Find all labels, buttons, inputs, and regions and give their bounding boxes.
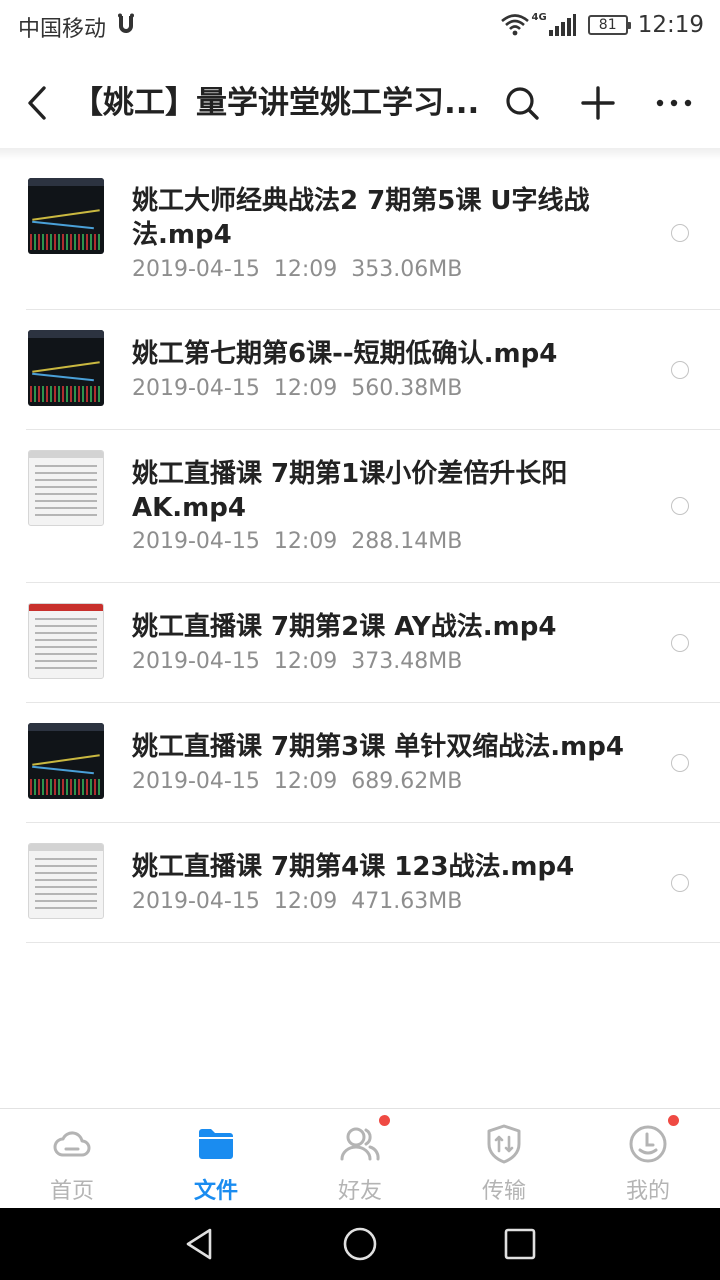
file-size: 560.38MB — [351, 376, 463, 401]
file-row[interactable]: 姚工直播课 7期第2课 AY战法.mp4 2019-04-15 12:09 37… — [0, 583, 720, 703]
file-name: 姚工直播课 7期第2课 AY战法.mp4 — [132, 612, 557, 642]
file-meta: 2019-04-15 12:09 288.14MB — [132, 527, 462, 557]
file-name: 姚工大师经典战法2 7期第5课 U字线战法.mp4 — [132, 186, 590, 250]
file-date: 2019-04-15 — [132, 649, 260, 674]
notification-icon — [118, 13, 134, 33]
nav-label: 我的 — [625, 1179, 670, 1204]
status-bar: 中国移动 4G 81 12:19 — [0, 0, 720, 50]
nav-tab-friends[interactable]: 好友 — [288, 1109, 432, 1209]
file-name: 姚工直播课 7期第1课小价差倍升长阳AK.mp4 — [132, 459, 568, 523]
folder-icon — [199, 1129, 233, 1159]
file-meta: 2019-04-15 12:09 560.38MB — [132, 374, 462, 404]
select-radio[interactable] — [671, 754, 689, 772]
nav-tab-files[interactable]: 文件 — [144, 1109, 288, 1209]
nav-tab-transfer[interactable]: 传输 — [432, 1109, 576, 1209]
friends-icon — [340, 1127, 380, 1161]
header-shadow — [0, 148, 720, 160]
carrier-name: 中国移动 — [18, 17, 107, 42]
nav-label: 好友 — [337, 1179, 382, 1204]
nav-label: 传输 — [481, 1179, 526, 1204]
app-header: 【姚工】量学讲堂姚工学习... — [0, 58, 720, 148]
file-name: 姚工第七期第6课--短期低确认.mp4 — [132, 339, 558, 369]
nav-label: 文件 — [193, 1179, 238, 1204]
file-row[interactable]: 姚工第七期第6课--短期低确认.mp4 2019-04-15 12:09 560… — [0, 310, 720, 430]
file-name: 姚工直播课 7期第3课 单针双缩战法.mp4 — [132, 732, 624, 762]
file-size: 689.62MB — [351, 769, 463, 794]
notification-badge — [668, 1115, 679, 1126]
clock: 12:19 — [637, 12, 704, 38]
system-home-icon[interactable] — [342, 1226, 378, 1262]
profile-face-icon — [629, 1125, 667, 1163]
file-size: 471.63MB — [351, 889, 463, 914]
nav-label: 首页 — [49, 1179, 94, 1204]
file-time: 12:09 — [273, 769, 338, 794]
file-time: 12:09 — [273, 529, 338, 554]
video-thumbnail — [28, 603, 104, 679]
nav-tab-home[interactable]: 首页 — [0, 1109, 144, 1209]
network-type: 4G — [531, 11, 547, 23]
transfer-shield-icon — [487, 1124, 521, 1164]
system-recents-icon[interactable] — [502, 1226, 538, 1262]
file-date: 2019-04-15 — [132, 769, 260, 794]
file-date: 2019-04-15 — [132, 889, 260, 914]
file-size: 353.06MB — [351, 257, 463, 282]
file-time: 12:09 — [273, 376, 338, 401]
video-thumbnail — [28, 723, 104, 799]
nav-tab-me[interactable]: 我的 — [576, 1109, 720, 1209]
file-time: 12:09 — [273, 889, 338, 914]
signal-icon — [548, 14, 576, 36]
file-meta: 2019-04-15 12:09 689.62MB — [132, 767, 462, 797]
file-size: 288.14MB — [351, 529, 463, 554]
file-row[interactable]: 姚工直播课 7期第3课 单针双缩战法.mp4 2019-04-15 12:09 … — [0, 703, 720, 823]
page-title: 【姚工】量学讲堂姚工学习... — [72, 85, 480, 121]
search-icon[interactable] — [502, 82, 542, 124]
select-radio[interactable] — [671, 874, 689, 892]
video-thumbnail — [28, 178, 104, 254]
plus-icon[interactable] — [578, 82, 618, 124]
more-dots-icon[interactable] — [654, 82, 694, 124]
file-name: 姚工直播课 7期第4课 123战法.mp4 — [132, 852, 575, 882]
select-radio[interactable] — [671, 224, 689, 242]
file-meta: 2019-04-15 12:09 373.48MB — [132, 647, 462, 677]
wifi-icon — [500, 14, 529, 36]
file-date: 2019-04-15 — [132, 529, 260, 554]
file-time: 12:09 — [273, 649, 338, 674]
video-thumbnail — [28, 843, 104, 919]
file-meta: 2019-04-15 12:09 353.06MB — [132, 255, 462, 285]
bottom-nav: 首页 文件 好友 传输 我的 — [0, 1108, 720, 1208]
select-radio[interactable] — [671, 497, 689, 515]
file-time: 12:09 — [273, 257, 338, 282]
file-meta: 2019-04-15 12:09 471.63MB — [132, 887, 462, 917]
file-size: 373.48MB — [351, 649, 463, 674]
file-row[interactable]: 姚工大师经典战法2 7期第5课 U字线战法.mp4 2019-04-15 12:… — [0, 160, 720, 310]
system-back-icon[interactable] — [182, 1226, 218, 1262]
back-arrow-icon[interactable] — [20, 82, 54, 124]
notification-badge — [379, 1115, 390, 1126]
battery-icon: 81 — [587, 15, 631, 35]
select-radio[interactable] — [671, 361, 689, 379]
file-date: 2019-04-15 — [132, 376, 260, 401]
file-row[interactable]: 姚工直播课 7期第4课 123战法.mp4 2019-04-15 12:09 4… — [0, 823, 720, 943]
video-thumbnail — [28, 450, 104, 526]
select-radio[interactable] — [671, 634, 689, 652]
system-nav-bar — [0, 1208, 720, 1280]
video-thumbnail — [28, 330, 104, 406]
file-row[interactable]: 姚工直播课 7期第1课小价差倍升长阳AK.mp4 2019-04-15 12:0… — [0, 430, 720, 583]
file-date: 2019-04-15 — [132, 257, 260, 282]
cloud-icon — [53, 1131, 91, 1157]
